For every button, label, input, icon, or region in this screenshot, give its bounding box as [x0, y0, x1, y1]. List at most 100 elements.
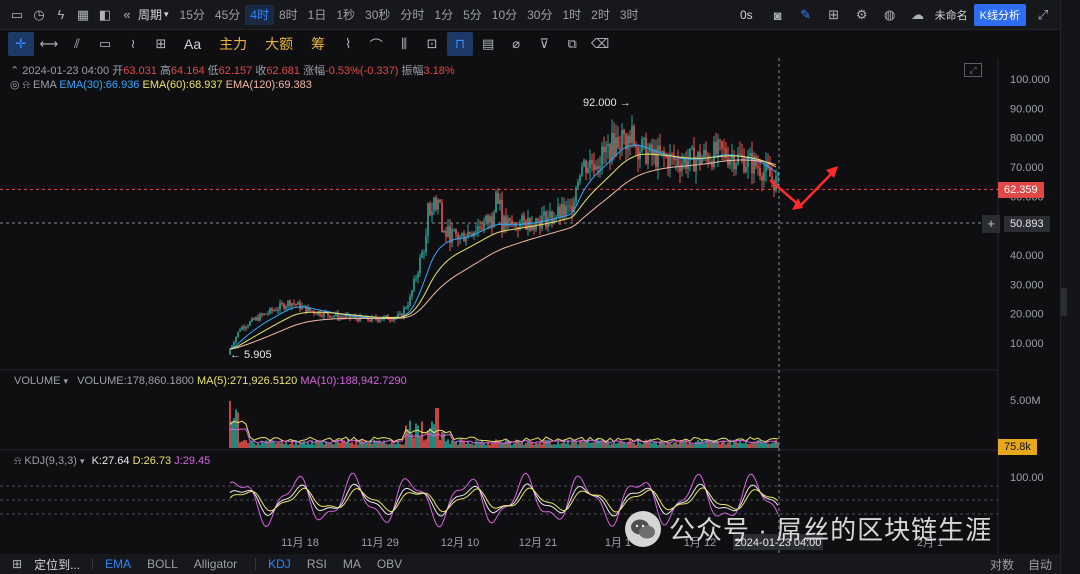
copy-icon[interactable]: ⧉ [559, 32, 585, 56]
large-amount-button[interactable]: 大额 [257, 34, 301, 54]
interval-timeshare[interactable]: 分时 [395, 5, 429, 25]
volume-bar [485, 444, 487, 448]
bell-icon[interactable]: ⍾ [14, 455, 21, 467]
candle-body [243, 326, 245, 329]
candle-body [759, 167, 761, 176]
layout-icon[interactable]: ◧ [94, 4, 116, 26]
text-tool[interactable]: Aa [176, 36, 209, 52]
interval-4h[interactable]: 4时 [245, 4, 274, 25]
interval-10m[interactable]: 10分 [487, 5, 522, 25]
candle-body [725, 148, 727, 159]
filter-icon[interactable]: ⊽ [531, 32, 557, 56]
magnet-icon[interactable]: ⊓ [447, 32, 474, 56]
main-force-button[interactable]: 主力 [211, 34, 255, 54]
layout-name[interactable]: 未命名 [935, 7, 968, 23]
add-indicator-icon[interactable]: ⊞ [148, 32, 174, 56]
high-value: 64.164 [170, 65, 205, 77]
interval-1d[interactable]: 1日 [303, 5, 332, 25]
interval-5m[interactable]: 5分 [458, 5, 487, 25]
candle-body [269, 308, 271, 314]
volume-current-tag: 75.8k [998, 439, 1037, 455]
fullscreen-icon[interactable]: ⤢ [964, 63, 982, 77]
clock-icon[interactable]: ◷ [28, 4, 50, 26]
change-label: 涨幅 [303, 65, 326, 77]
rewind-icon[interactable]: « [116, 4, 138, 26]
candle-body [481, 228, 483, 230]
auto-scale-button[interactable]: 自动 [1028, 556, 1052, 573]
calendar-icon[interactable]: ▦ [72, 4, 94, 26]
settings-icon[interactable]: ◍ [879, 4, 901, 26]
ema60-line [229, 153, 777, 350]
candles-icon[interactable]: ⫼ [391, 32, 417, 56]
crosshair-icon[interactable]: ✛ [8, 32, 34, 56]
chevron-down-icon[interactable]: ▾ [80, 456, 85, 466]
volume-bar [719, 444, 721, 448]
candle-body [377, 319, 379, 322]
volume-bar [749, 443, 751, 448]
interval-1h[interactable]: 1时 [557, 5, 586, 25]
bottom-divider [92, 558, 94, 570]
interval-30s[interactable]: 30秒 [360, 5, 395, 25]
camera-icon[interactable]: ◙ [767, 4, 789, 26]
candle-body [745, 166, 747, 172]
interval-1s[interactable]: 1秒 [331, 5, 360, 25]
locate-button[interactable]: 定位到... [26, 556, 88, 573]
pencil-icon[interactable]: ✎ [795, 4, 817, 26]
trend-line-icon[interactable]: ⫽ [64, 32, 90, 56]
interval-1m[interactable]: 1分 [429, 5, 458, 25]
candle-body [267, 313, 269, 315]
volume-bar [645, 439, 647, 448]
note-icon[interactable]: ▤ [475, 32, 501, 56]
bell-icon[interactable]: ⍾ [23, 79, 30, 91]
kline-chart[interactable]: 100.00090.00080.00070.00060.00050.00040.… [0, 58, 1060, 554]
candle-body [257, 317, 259, 321]
wave-icon[interactable]: ≀ [120, 32, 146, 56]
indicator-ma[interactable]: MA [335, 557, 369, 571]
chip-button[interactable]: 筹 [303, 34, 333, 54]
indicator-rsi[interactable]: RSI [299, 557, 335, 571]
locate-icon[interactable]: ⊞ [0, 557, 26, 571]
volume-value: VOLUME:178,860.1800 [77, 375, 194, 387]
brush-icon[interactable]: ⌒ [363, 32, 389, 56]
lightning-icon[interactable]: ϟ [50, 4, 72, 26]
chevron-down-icon[interactable]: ⌃ [10, 65, 19, 77]
volume-bar [525, 442, 527, 448]
indicator-kdj[interactable]: KDJ [260, 557, 299, 571]
chart-icon[interactable]: ▭ [6, 4, 28, 26]
volume-bar [303, 440, 305, 448]
volume-bar [505, 440, 507, 448]
cloud-icon[interactable]: ☁ [907, 4, 929, 26]
candle-body [645, 138, 647, 164]
change-value: -0.53%(-0.337) [325, 65, 399, 77]
candle-body [553, 219, 555, 222]
trash-icon[interactable]: ⌫ [587, 32, 613, 56]
rectangle-icon[interactable]: ▭ [92, 32, 118, 56]
period-dropdown[interactable]: 周期 ▾ [138, 6, 169, 23]
chevron-down-icon[interactable]: ▾ [64, 376, 69, 386]
indicator-obv[interactable]: OBV [369, 557, 410, 571]
eye-icon[interactable]: ◎ [10, 79, 20, 91]
ruler-icon[interactable]: ⊞ [823, 4, 845, 26]
expand-icon[interactable]: ⤢ [1032, 4, 1054, 26]
indicator-ema[interactable]: EMA [97, 557, 139, 571]
ruler-tool-icon[interactable]: ⌇ [335, 32, 361, 56]
interval-2h[interactable]: 2时 [586, 5, 615, 25]
kline-analysis-button[interactable]: K线分析 [973, 4, 1026, 26]
indicator-boll[interactable]: BOLL [139, 557, 186, 571]
gear-icon[interactable]: ⚙ [851, 4, 873, 26]
log-scale-button[interactable]: 对数 [990, 556, 1014, 573]
panel-collapse-icon[interactable] [1061, 288, 1067, 316]
eraser-icon[interactable]: ⌀ [503, 32, 529, 56]
interval-15m[interactable]: 15分 [175, 5, 210, 25]
interval-45m[interactable]: 45分 [210, 5, 245, 25]
interval-8h[interactable]: 8时 [274, 5, 303, 25]
horizontal-line-icon[interactable]: ⟷ [36, 32, 62, 56]
crosshair-add-icon[interactable]: + [982, 215, 1000, 233]
indicator-alligator[interactable]: Alligator [186, 557, 245, 571]
candle-body [259, 314, 261, 321]
interval-30m[interactable]: 30分 [522, 5, 557, 25]
lock-icon[interactable]: ⊡ [419, 32, 445, 56]
candle-body [545, 211, 547, 228]
volume-bar [597, 439, 599, 448]
interval-3h[interactable]: 3时 [615, 5, 644, 25]
